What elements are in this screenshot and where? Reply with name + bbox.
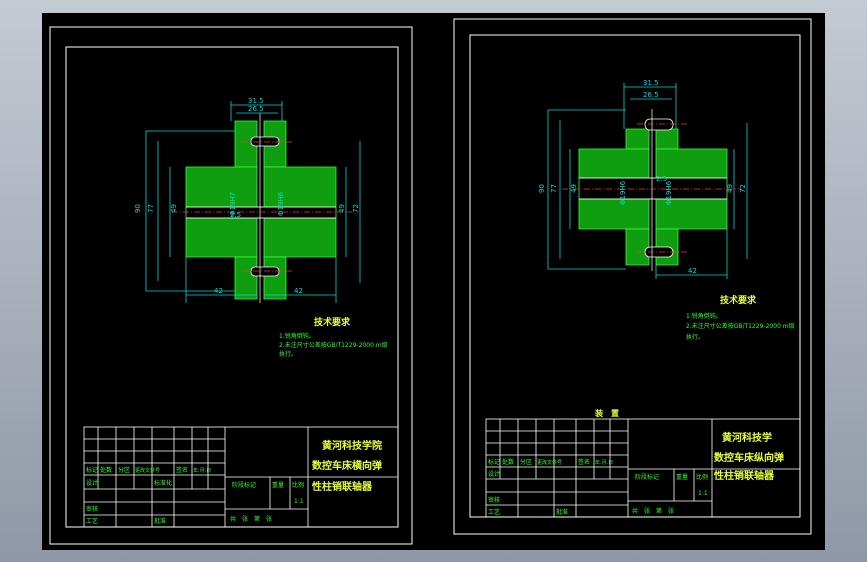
left-tech-line-2: 2.未注尺寸公差按GB/T1229-2000 m级 (279, 341, 388, 349)
left-part-name-2: 性柱销联轴器 (311, 480, 373, 493)
left-tech-line-3: 执行。 (279, 350, 297, 358)
r-dim-d2: 77 (550, 184, 558, 193)
svg-text:标记: 标记 (86, 466, 98, 474)
left-tech-requirements: 技术要求 1.锐角倒钝。 2.未注尺寸公差按GB/T1229-2000 m级 执… (279, 316, 388, 358)
dim-d2: 77 (147, 204, 155, 213)
left-coupling-drawing (172, 113, 352, 303)
right-school-name: 黄河科技学 (722, 431, 772, 444)
svg-text:分区: 分区 (118, 466, 130, 474)
r-dim-bore-right: Φ19H6 (665, 180, 673, 205)
svg-text:标记: 标记 (488, 458, 500, 466)
dim-d4: 49 (338, 204, 346, 213)
svg-text:共 张 第 张: 共 张 第 张 (632, 507, 674, 515)
dim-d5: 72 (352, 204, 360, 213)
r-dim-d5: 72 (739, 184, 747, 193)
right-sheet[interactable]: 31.5 26.5 90 77 49 49 72 2.5 Φ19H6 Φ19H6… (453, 18, 812, 535)
right-frame (469, 34, 801, 518)
svg-text:1:1: 1:1 (698, 490, 708, 497)
r-dim-bore-left: Φ19H6 (619, 180, 627, 205)
left-tech-line-1: 1.锐角倒钝。 (279, 332, 315, 340)
svg-text:签名: 签名 (578, 458, 590, 466)
right-heading: 装 置 (594, 408, 619, 418)
right-part-name-1: 数控车床纵向弹 (714, 451, 784, 464)
dim-len-left: 42 (214, 287, 223, 295)
right-tech-line-3: 执行。 (686, 333, 704, 341)
svg-text:年.月.日: 年.月.日 (193, 467, 211, 474)
svg-text:分区: 分区 (520, 458, 532, 466)
right-part-name-2: 性柱销联轴器 (713, 469, 775, 482)
right-tech-line-2: 2.未注尺寸公差按GB/T1229-2000 m级 (686, 322, 795, 330)
svg-text:批准: 批准 (556, 508, 568, 516)
right-title-block: 标记 处数 分区 更改文件号 签名 年.月.日 设计 审核 工艺 批准 阶段标记… (485, 418, 801, 518)
dim-top-inner: 26.5 (248, 105, 264, 113)
svg-text:重量: 重量 (676, 473, 688, 481)
svg-text:年.月.日: 年.月.日 (595, 459, 613, 466)
svg-text:更改文件号: 更改文件号 (135, 467, 160, 474)
r-dim-d4: 49 (726, 184, 734, 193)
svg-text:比例: 比例 (292, 481, 304, 489)
svg-text:共 张 第 张: 共 张 第 张 (230, 515, 272, 523)
dim-bore-left: Φ19H7 (229, 192, 237, 216)
right-coupling-drawing (562, 109, 742, 271)
svg-text:阶段标记: 阶段标记 (232, 481, 256, 489)
right-tech-line-1: 1.锐角倒钝。 (686, 312, 722, 320)
dim-len-right: 42 (294, 287, 303, 295)
svg-text:处数: 处数 (100, 466, 112, 474)
left-school-name: 黄河科技学院 (322, 439, 382, 452)
r-dim-d1: 90 (538, 184, 546, 193)
drawing-svg: 31.5 26.5 90 77 49 49 72 2.5 Φ19H7 Φ19H6… (49, 18, 812, 545)
r-dim-top-outer: 31.5 (643, 79, 659, 87)
r-dim-d3: 49 (570, 184, 578, 193)
dim-d1: 90 (134, 204, 142, 213)
dim-d3: 49 (170, 204, 178, 213)
svg-text:签名: 签名 (176, 466, 188, 474)
svg-text:设计: 设计 (86, 479, 98, 487)
svg-text:处数: 处数 (502, 458, 514, 466)
dim-bore-right: Φ19H6 (277, 191, 285, 216)
svg-text:标准化: 标准化 (154, 479, 172, 487)
svg-text:审核: 审核 (488, 496, 500, 504)
svg-text:重量: 重量 (272, 481, 284, 489)
left-tech-title: 技术要求 (314, 316, 351, 328)
svg-text:工艺: 工艺 (488, 508, 500, 516)
svg-text:更改文件号: 更改文件号 (537, 459, 562, 466)
r-dim-top-inner: 26.5 (643, 91, 659, 99)
cad-viewport[interactable]: 31.5 26.5 90 77 49 49 72 2.5 Φ19H7 Φ19H6… (0, 0, 867, 562)
svg-text:比例: 比例 (696, 473, 708, 481)
dim-top-outer: 31.5 (248, 97, 264, 105)
r-dim-len-right: 42 (688, 267, 697, 275)
svg-text:审核: 审核 (86, 505, 98, 513)
right-tech-requirements: 技术要求 1.锐角倒钝。 2.未注尺寸公差按GB/T1229-2000 m级 执… (686, 294, 795, 341)
svg-text:1:1: 1:1 (294, 498, 304, 505)
svg-text:设计: 设计 (488, 470, 500, 478)
svg-text:阶段标记: 阶段标记 (635, 473, 659, 481)
left-title-block: 标记 处数 分区 更改文件号 签名 年.月.日 设计 标准化 审核 工艺 批准 … (83, 426, 399, 528)
drawing-canvas[interactable]: 31.5 26.5 90 77 49 49 72 2.5 Φ19H7 Φ19H6… (42, 13, 825, 550)
right-tech-title: 技术要求 (720, 294, 757, 306)
left-part-name-1: 数控车床横向弹 (312, 459, 382, 472)
svg-text:批准: 批准 (154, 517, 166, 525)
left-sheet[interactable]: 31.5 26.5 90 77 49 49 72 2.5 Φ19H7 Φ19H6… (49, 26, 413, 545)
svg-text:工艺: 工艺 (86, 517, 98, 525)
